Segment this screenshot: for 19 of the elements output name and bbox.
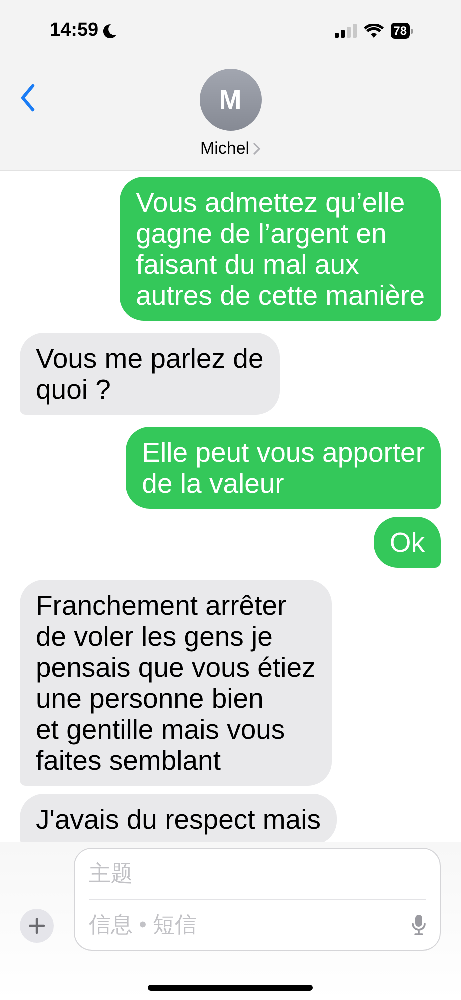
- compose-field[interactable]: 主题 信息 • 短信: [74, 848, 441, 951]
- message-bubble: Ok: [374, 517, 441, 568]
- chevron-icon: [252, 142, 261, 156]
- contact-name[interactable]: Michel: [200, 139, 250, 159]
- add-button[interactable]: [20, 909, 54, 943]
- wifi-icon: [364, 24, 384, 38]
- plus-icon: [29, 918, 45, 934]
- microphone-icon: [412, 914, 426, 936]
- message-bubble: Vous admettez qu’elle gagne de l’argent en faisant du mal aux autres de cette manière: [120, 177, 441, 321]
- signal-icon: [334, 24, 357, 38]
- subject-field[interactable]: 主题: [89, 849, 426, 899]
- message-bubble: J'avais du respect mais: [20, 794, 337, 842]
- message-bubble: Franchement arrêter de voler les gens je pensais que vous étiez une personne bien et gentille mais vous faites semblant: [20, 580, 332, 786]
- message-bubble: Elle peut vous apporter de la valeur: [126, 427, 441, 509]
- battery-percent: 78: [390, 23, 410, 39]
- back-icon: [20, 84, 36, 112]
- message-field[interactable]: 信息 • 短信: [89, 900, 404, 950]
- clock-time: 14:59: [50, 20, 99, 42]
- message-bubble: Vous me parlez de quoi ?: [20, 333, 280, 415]
